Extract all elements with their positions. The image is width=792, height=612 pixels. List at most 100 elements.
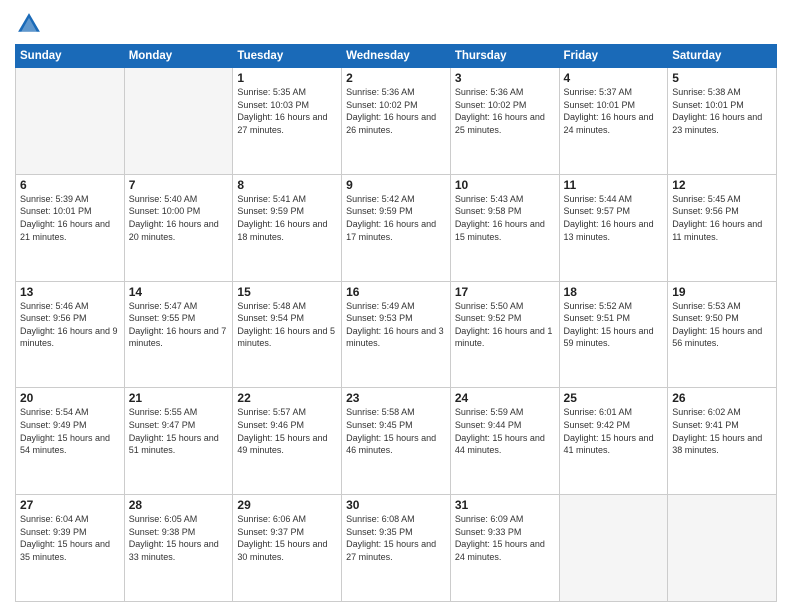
calendar-cell: 1Sunrise: 5:35 AM Sunset: 10:03 PM Dayli… bbox=[233, 68, 342, 175]
calendar-cell: 30Sunrise: 6:08 AM Sunset: 9:35 PM Dayli… bbox=[342, 495, 451, 602]
calendar-cell: 27Sunrise: 6:04 AM Sunset: 9:39 PM Dayli… bbox=[16, 495, 125, 602]
day-info: Sunrise: 5:48 AM Sunset: 9:54 PM Dayligh… bbox=[237, 300, 337, 350]
weekday-header-wednesday: Wednesday bbox=[342, 45, 451, 68]
calendar-cell: 3Sunrise: 5:36 AM Sunset: 10:02 PM Dayli… bbox=[450, 68, 559, 175]
day-number: 10 bbox=[455, 178, 555, 192]
day-info: Sunrise: 5:55 AM Sunset: 9:47 PM Dayligh… bbox=[129, 406, 229, 456]
day-number: 15 bbox=[237, 285, 337, 299]
day-info: Sunrise: 5:59 AM Sunset: 9:44 PM Dayligh… bbox=[455, 406, 555, 456]
calendar-week-row: 27Sunrise: 6:04 AM Sunset: 9:39 PM Dayli… bbox=[16, 495, 777, 602]
day-info: Sunrise: 6:06 AM Sunset: 9:37 PM Dayligh… bbox=[237, 513, 337, 563]
calendar-cell: 6Sunrise: 5:39 AM Sunset: 10:01 PM Dayli… bbox=[16, 174, 125, 281]
page: SundayMondayTuesdayWednesdayThursdayFrid… bbox=[0, 0, 792, 612]
calendar-week-row: 6Sunrise: 5:39 AM Sunset: 10:01 PM Dayli… bbox=[16, 174, 777, 281]
day-number: 13 bbox=[20, 285, 120, 299]
day-number: 23 bbox=[346, 391, 446, 405]
day-info: Sunrise: 5:36 AM Sunset: 10:02 PM Daylig… bbox=[346, 86, 446, 136]
calendar-cell: 28Sunrise: 6:05 AM Sunset: 9:38 PM Dayli… bbox=[124, 495, 233, 602]
calendar-cell: 11Sunrise: 5:44 AM Sunset: 9:57 PM Dayli… bbox=[559, 174, 668, 281]
calendar-cell bbox=[16, 68, 125, 175]
calendar-cell: 18Sunrise: 5:52 AM Sunset: 9:51 PM Dayli… bbox=[559, 281, 668, 388]
day-info: Sunrise: 5:38 AM Sunset: 10:01 PM Daylig… bbox=[672, 86, 772, 136]
day-number: 14 bbox=[129, 285, 229, 299]
weekday-header-friday: Friday bbox=[559, 45, 668, 68]
day-info: Sunrise: 6:02 AM Sunset: 9:41 PM Dayligh… bbox=[672, 406, 772, 456]
day-info: Sunrise: 5:50 AM Sunset: 9:52 PM Dayligh… bbox=[455, 300, 555, 350]
day-number: 20 bbox=[20, 391, 120, 405]
day-info: Sunrise: 5:36 AM Sunset: 10:02 PM Daylig… bbox=[455, 86, 555, 136]
day-info: Sunrise: 5:54 AM Sunset: 9:49 PM Dayligh… bbox=[20, 406, 120, 456]
calendar-header-row: SundayMondayTuesdayWednesdayThursdayFrid… bbox=[16, 45, 777, 68]
calendar-week-row: 1Sunrise: 5:35 AM Sunset: 10:03 PM Dayli… bbox=[16, 68, 777, 175]
calendar-cell: 14Sunrise: 5:47 AM Sunset: 9:55 PM Dayli… bbox=[124, 281, 233, 388]
weekday-header-tuesday: Tuesday bbox=[233, 45, 342, 68]
day-number: 27 bbox=[20, 498, 120, 512]
day-info: Sunrise: 5:57 AM Sunset: 9:46 PM Dayligh… bbox=[237, 406, 337, 456]
calendar-cell: 2Sunrise: 5:36 AM Sunset: 10:02 PM Dayli… bbox=[342, 68, 451, 175]
day-number: 2 bbox=[346, 71, 446, 85]
day-number: 16 bbox=[346, 285, 446, 299]
calendar-cell: 25Sunrise: 6:01 AM Sunset: 9:42 PM Dayli… bbox=[559, 388, 668, 495]
day-number: 8 bbox=[237, 178, 337, 192]
day-number: 25 bbox=[564, 391, 664, 405]
day-info: Sunrise: 5:44 AM Sunset: 9:57 PM Dayligh… bbox=[564, 193, 664, 243]
day-number: 11 bbox=[564, 178, 664, 192]
day-info: Sunrise: 5:53 AM Sunset: 9:50 PM Dayligh… bbox=[672, 300, 772, 350]
weekday-header-monday: Monday bbox=[124, 45, 233, 68]
day-info: Sunrise: 5:35 AM Sunset: 10:03 PM Daylig… bbox=[237, 86, 337, 136]
calendar-week-row: 13Sunrise: 5:46 AM Sunset: 9:56 PM Dayli… bbox=[16, 281, 777, 388]
calendar-cell: 8Sunrise: 5:41 AM Sunset: 9:59 PM Daylig… bbox=[233, 174, 342, 281]
calendar-cell: 15Sunrise: 5:48 AM Sunset: 9:54 PM Dayli… bbox=[233, 281, 342, 388]
day-info: Sunrise: 6:01 AM Sunset: 9:42 PM Dayligh… bbox=[564, 406, 664, 456]
day-info: Sunrise: 6:05 AM Sunset: 9:38 PM Dayligh… bbox=[129, 513, 229, 563]
calendar-cell: 21Sunrise: 5:55 AM Sunset: 9:47 PM Dayli… bbox=[124, 388, 233, 495]
calendar-cell: 7Sunrise: 5:40 AM Sunset: 10:00 PM Dayli… bbox=[124, 174, 233, 281]
calendar-cell bbox=[559, 495, 668, 602]
calendar-week-row: 20Sunrise: 5:54 AM Sunset: 9:49 PM Dayli… bbox=[16, 388, 777, 495]
day-number: 6 bbox=[20, 178, 120, 192]
logo-icon bbox=[15, 10, 43, 38]
day-number: 17 bbox=[455, 285, 555, 299]
calendar-cell: 19Sunrise: 5:53 AM Sunset: 9:50 PM Dayli… bbox=[668, 281, 777, 388]
day-number: 1 bbox=[237, 71, 337, 85]
day-info: Sunrise: 5:39 AM Sunset: 10:01 PM Daylig… bbox=[20, 193, 120, 243]
calendar-cell: 17Sunrise: 5:50 AM Sunset: 9:52 PM Dayli… bbox=[450, 281, 559, 388]
day-number: 12 bbox=[672, 178, 772, 192]
calendar-cell: 16Sunrise: 5:49 AM Sunset: 9:53 PM Dayli… bbox=[342, 281, 451, 388]
day-number: 9 bbox=[346, 178, 446, 192]
weekday-header-saturday: Saturday bbox=[668, 45, 777, 68]
day-number: 29 bbox=[237, 498, 337, 512]
day-number: 22 bbox=[237, 391, 337, 405]
day-number: 3 bbox=[455, 71, 555, 85]
day-number: 24 bbox=[455, 391, 555, 405]
day-info: Sunrise: 6:04 AM Sunset: 9:39 PM Dayligh… bbox=[20, 513, 120, 563]
calendar-cell bbox=[668, 495, 777, 602]
day-number: 4 bbox=[564, 71, 664, 85]
day-number: 31 bbox=[455, 498, 555, 512]
day-number: 30 bbox=[346, 498, 446, 512]
day-info: Sunrise: 5:37 AM Sunset: 10:01 PM Daylig… bbox=[564, 86, 664, 136]
day-number: 5 bbox=[672, 71, 772, 85]
day-number: 19 bbox=[672, 285, 772, 299]
logo bbox=[15, 10, 47, 38]
calendar-cell: 23Sunrise: 5:58 AM Sunset: 9:45 PM Dayli… bbox=[342, 388, 451, 495]
day-info: Sunrise: 6:09 AM Sunset: 9:33 PM Dayligh… bbox=[455, 513, 555, 563]
day-info: Sunrise: 5:45 AM Sunset: 9:56 PM Dayligh… bbox=[672, 193, 772, 243]
day-info: Sunrise: 6:08 AM Sunset: 9:35 PM Dayligh… bbox=[346, 513, 446, 563]
calendar-cell: 5Sunrise: 5:38 AM Sunset: 10:01 PM Dayli… bbox=[668, 68, 777, 175]
calendar-cell: 26Sunrise: 6:02 AM Sunset: 9:41 PM Dayli… bbox=[668, 388, 777, 495]
calendar-cell: 4Sunrise: 5:37 AM Sunset: 10:01 PM Dayli… bbox=[559, 68, 668, 175]
day-info: Sunrise: 5:52 AM Sunset: 9:51 PM Dayligh… bbox=[564, 300, 664, 350]
weekday-header-thursday: Thursday bbox=[450, 45, 559, 68]
calendar-cell: 29Sunrise: 6:06 AM Sunset: 9:37 PM Dayli… bbox=[233, 495, 342, 602]
calendar-cell: 31Sunrise: 6:09 AM Sunset: 9:33 PM Dayli… bbox=[450, 495, 559, 602]
calendar-cell: 10Sunrise: 5:43 AM Sunset: 9:58 PM Dayli… bbox=[450, 174, 559, 281]
calendar-cell: 24Sunrise: 5:59 AM Sunset: 9:44 PM Dayli… bbox=[450, 388, 559, 495]
weekday-header-sunday: Sunday bbox=[16, 45, 125, 68]
day-info: Sunrise: 5:40 AM Sunset: 10:00 PM Daylig… bbox=[129, 193, 229, 243]
day-number: 26 bbox=[672, 391, 772, 405]
calendar-cell: 20Sunrise: 5:54 AM Sunset: 9:49 PM Dayli… bbox=[16, 388, 125, 495]
calendar-cell: 12Sunrise: 5:45 AM Sunset: 9:56 PM Dayli… bbox=[668, 174, 777, 281]
day-info: Sunrise: 5:49 AM Sunset: 9:53 PM Dayligh… bbox=[346, 300, 446, 350]
day-number: 28 bbox=[129, 498, 229, 512]
